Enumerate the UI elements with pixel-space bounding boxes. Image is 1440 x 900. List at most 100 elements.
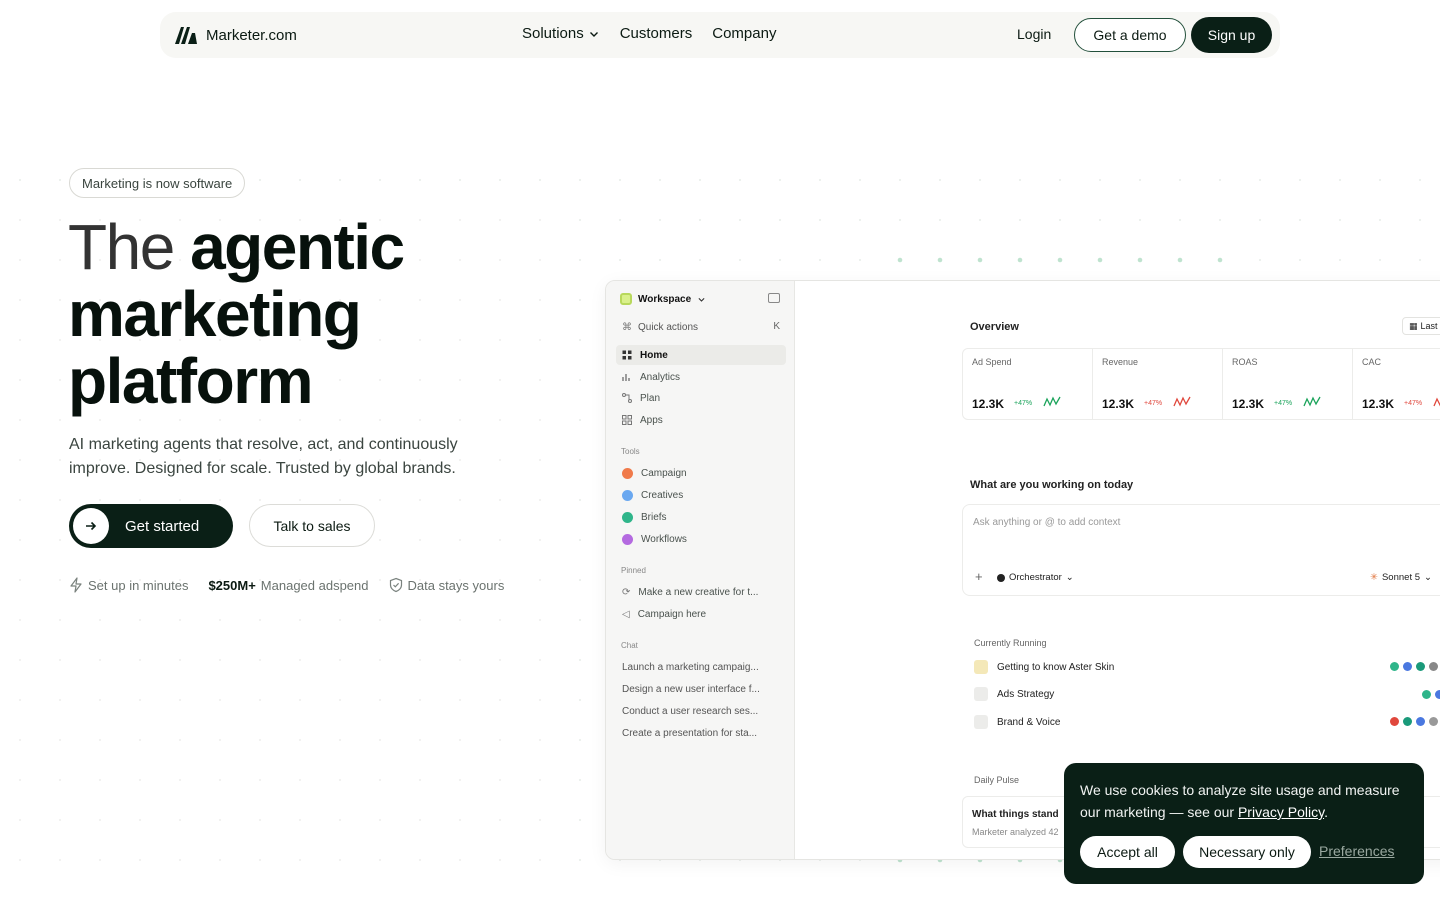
login-link[interactable]: Login <box>1017 26 1051 42</box>
chat-item[interactable]: Create a presentation for sta... <box>622 728 757 739</box>
chat-item[interactable]: Conduct a user research ses... <box>622 706 758 717</box>
stat-value: 12.3K <box>1102 397 1135 411</box>
background-dot <box>59 779 61 781</box>
background-dot <box>19 659 21 661</box>
background-dot <box>379 499 381 501</box>
workspace-switcher[interactable]: Workspace <box>620 293 706 305</box>
chevron-down-icon <box>589 31 598 37</box>
background-dot <box>419 739 421 741</box>
background-dot <box>299 419 301 421</box>
background-dot <box>219 619 221 621</box>
stat-card: Revenue 12.3K +47% <box>1093 349 1223 419</box>
sidebar-item-workflows[interactable]: Workflows <box>616 529 786 549</box>
task-icon <box>974 660 988 674</box>
background-dot <box>539 619 541 621</box>
background-dot <box>99 739 101 741</box>
workflows-icon <box>622 533 633 545</box>
date-range-button[interactable]: ▦ Last <box>1402 317 1440 335</box>
marketer-logo-icon <box>175 27 197 44</box>
background-dot <box>379 619 381 621</box>
arrow-right-icon <box>73 508 109 544</box>
daily-pulse-title: Daily Pulse <box>974 775 1020 785</box>
background-dot <box>539 579 541 581</box>
background-dot <box>459 659 461 661</box>
running-task[interactable]: Ads Strategy <box>974 687 1054 701</box>
sidebar-item-home[interactable]: Home <box>616 345 786 365</box>
quick-actions[interactable]: ⌘ Quick actions K <box>616 318 786 336</box>
trust-data-label: Data stays yours <box>407 577 505 593</box>
background-dot <box>99 779 101 781</box>
running-task[interactable]: Getting to know Aster Skin <box>974 660 1114 674</box>
background-dot <box>99 419 101 421</box>
agent-selector[interactable]: Orchestrator ⌄ <box>997 572 1074 583</box>
sign-up-button[interactable]: Sign up <box>1191 17 1272 53</box>
background-dot <box>299 179 301 181</box>
necessary-only-button[interactable]: Necessary only <box>1183 836 1311 868</box>
background-dot <box>419 859 421 861</box>
background-dot <box>379 779 381 781</box>
background-dot <box>897 257 903 263</box>
background-dot <box>99 859 101 861</box>
date-range-label: Last <box>1420 321 1438 331</box>
background-dot <box>499 659 501 661</box>
background-dot <box>59 859 61 861</box>
prompt-box[interactable]: Ask anything or @ to add context + Orche… <box>962 504 1440 596</box>
preferences-link[interactable]: Preferences <box>1319 843 1394 859</box>
background-dot <box>379 179 381 181</box>
background-dot <box>339 739 341 741</box>
campaign-icon <box>622 467 633 479</box>
background-dot <box>19 179 21 181</box>
brand-logo[interactable]: Marketer.com <box>174 24 297 46</box>
nav-company[interactable]: Company <box>712 25 776 42</box>
sidebar-item-briefs[interactable]: Briefs <box>616 507 786 527</box>
stat-card: Ad Spend 12.3K +47% <box>963 349 1093 419</box>
accept-all-button[interactable]: Accept all <box>1080 836 1175 868</box>
chat-heading: Chat <box>621 641 638 650</box>
background-dot <box>1339 219 1341 221</box>
background-dot <box>859 259 861 261</box>
sidebar-item-creatives[interactable]: Creatives <box>616 485 786 505</box>
chat-item[interactable]: Design a new user interface f... <box>622 684 760 695</box>
get-demo-button[interactable]: Get a demo <box>1074 18 1186 52</box>
pinned-heading: Pinned <box>621 566 646 575</box>
background-dot <box>499 499 501 501</box>
background-dot <box>299 619 301 621</box>
chevron-down-icon <box>698 297 705 302</box>
background-dot <box>299 859 301 861</box>
background-dot <box>819 219 821 221</box>
cookie-period: . <box>1324 804 1328 820</box>
nav-solutions[interactable]: Solutions <box>522 25 600 42</box>
background-dot <box>19 219 21 221</box>
pinned-item[interactable]: ◁ Campaign here <box>616 604 786 624</box>
stat-title: Revenue <box>1102 357 1139 367</box>
plus-icon[interactable]: + <box>975 569 983 584</box>
get-started-button[interactable]: Get started <box>69 504 233 548</box>
sidebar-item-analytics[interactable]: Analytics <box>616 367 786 387</box>
background-dot <box>579 739 581 741</box>
background-dot <box>219 419 221 421</box>
privacy-policy-link[interactable]: Privacy Policy <box>1238 804 1324 820</box>
sidebar-item-apps[interactable]: Apps <box>616 410 786 430</box>
background-dot <box>459 859 461 861</box>
background-dot <box>739 219 741 221</box>
pinned-item[interactable]: ⟳ Make a new creative for t... <box>616 582 786 602</box>
chat-item[interactable]: Launch a marketing campaig... <box>622 662 759 673</box>
background-dot <box>179 419 181 421</box>
nav-customers[interactable]: Customers <box>620 25 693 42</box>
model-selector[interactable]: ✳ Sonnet 5 ⌄ <box>1370 572 1432 583</box>
background-dot <box>1217 257 1223 263</box>
background-dot <box>59 659 61 661</box>
background-dot <box>179 819 181 821</box>
background-dot <box>1219 219 1221 221</box>
sparkle-icon: ✳ <box>1370 572 1378 583</box>
sidebar-item-plan[interactable]: Plan <box>616 388 786 408</box>
stat-change: +47% <box>1274 400 1293 407</box>
sidebar-item-campaign[interactable]: Campaign <box>616 463 786 483</box>
running-task[interactable]: Brand & Voice <box>974 715 1060 729</box>
background-dot <box>19 739 21 741</box>
chevron-down-icon: ⌄ <box>1065 572 1074 583</box>
stat-change: +47% <box>1404 400 1423 407</box>
background-dot <box>1017 257 1023 263</box>
talk-to-sales-button[interactable]: Talk to sales <box>249 504 375 547</box>
sidebar-toggle-icon[interactable] <box>768 293 780 303</box>
